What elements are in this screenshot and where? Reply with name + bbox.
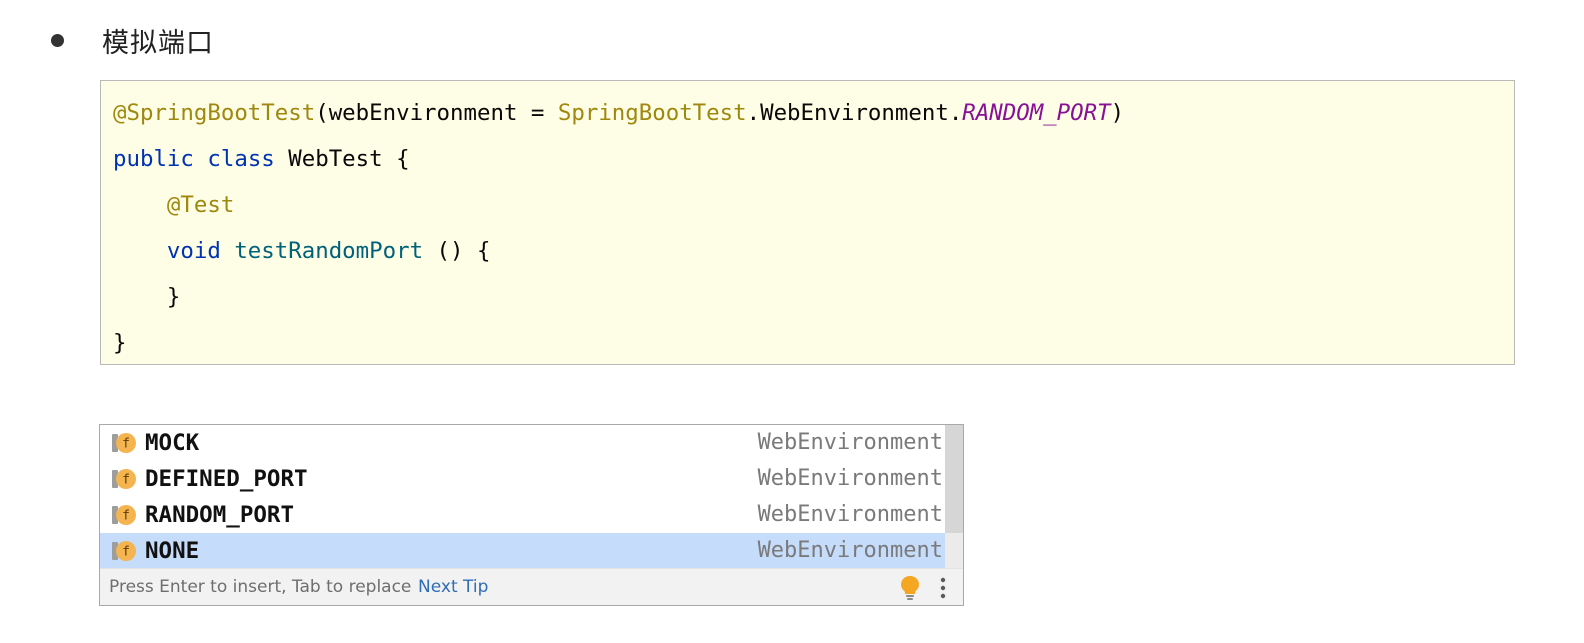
bullet-dot-icon — [51, 33, 64, 47]
field-f-icon: f — [112, 469, 136, 489]
code-text: ) — [1110, 100, 1125, 126]
code-keyword: void — [166, 238, 221, 264]
more-vertical-icon[interactable] — [938, 575, 948, 601]
code-keyword: class — [207, 146, 275, 172]
completion-item-name: RANDOM_PORT — [145, 502, 295, 528]
field-f-icon: f — [112, 433, 136, 453]
completion-item-type: WebEnvironment — [757, 466, 943, 491]
svg-text:f: f — [122, 509, 130, 524]
completion-footer: Press Enter to insert, Tab to replace Ne… — [100, 568, 963, 605]
code-text: } — [166, 284, 181, 310]
bullet-heading: 模拟端口 — [48, 18, 214, 62]
completion-item-mock[interactable]: f MOCK WebEnvironment — [100, 425, 945, 461]
code-line-3: @Test — [113, 188, 234, 222]
code-line-2: public class WebTest { — [113, 142, 410, 176]
completion-scrollbar-thumb[interactable] — [945, 425, 963, 533]
completion-item-none[interactable]: f NONE WebEnvironment — [100, 533, 945, 569]
code-method-name: testRandomPort — [234, 238, 424, 264]
completion-list: f MOCK WebEnvironment f DEFINED_PORT Web… — [100, 425, 945, 569]
code-block: @SpringBootTest(webEnvironment = SpringB… — [100, 80, 1515, 365]
svg-text:f: f — [122, 437, 130, 452]
code-keyword: public — [113, 146, 194, 172]
code-line-5: } — [113, 280, 180, 314]
code-text: .WebEnvironment. — [746, 100, 963, 126]
completion-scrollbar[interactable] — [945, 425, 963, 568]
bullet-text: 模拟端口 — [102, 27, 214, 59]
code-line-1: @SpringBootTest(webEnvironment = SpringB… — [113, 96, 1124, 130]
svg-text:f: f — [122, 473, 130, 488]
code-line-6: } — [113, 326, 126, 360]
svg-text:f: f — [122, 545, 130, 560]
code-text: } — [113, 330, 127, 356]
code-line-4: void testRandomPort () { — [113, 234, 491, 268]
next-tip-link[interactable]: Next Tip — [418, 569, 488, 605]
completion-item-name: MOCK — [145, 430, 200, 456]
lightbulb-icon[interactable] — [900, 575, 920, 601]
field-f-icon: f — [112, 505, 136, 525]
completion-item-name: DEFINED_PORT — [145, 466, 308, 492]
code-text: () { — [423, 238, 491, 264]
completion-popup: f MOCK WebEnvironment f DEFINED_PORT Web… — [99, 424, 964, 606]
completion-item-defined-port[interactable]: f DEFINED_PORT WebEnvironment — [100, 461, 945, 497]
code-constant: RANDOM_PORT — [962, 100, 1111, 126]
code-text: (webEnvironment = — [315, 100, 558, 126]
completion-item-type: WebEnvironment — [757, 538, 943, 563]
completion-item-type: WebEnvironment — [757, 430, 943, 455]
code-annotation: @SpringBootTest — [113, 100, 316, 126]
code-annotation: @Test — [166, 192, 235, 218]
completion-item-type: WebEnvironment — [757, 502, 943, 527]
completion-item-name: NONE — [145, 538, 200, 564]
code-class-ref: SpringBootTest — [557, 100, 747, 126]
footer-hint: Press Enter to insert, Tab to replace — [109, 577, 412, 597]
code-text: WebTest { — [274, 146, 410, 172]
completion-item-random-port[interactable]: f RANDOM_PORT WebEnvironment — [100, 497, 945, 533]
field-f-icon: f — [112, 541, 136, 561]
